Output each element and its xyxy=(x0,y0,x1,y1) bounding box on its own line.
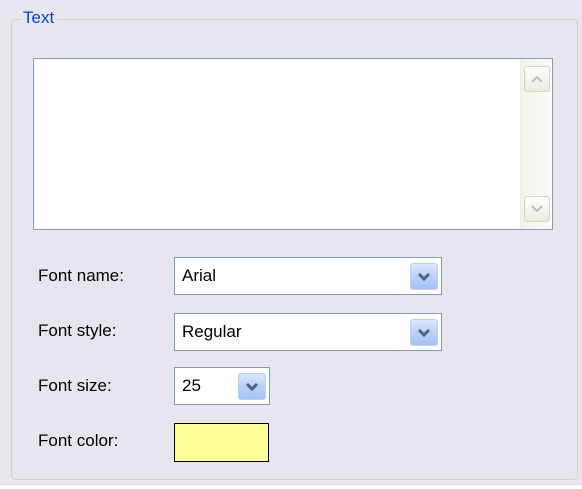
chevron-down-icon xyxy=(245,382,259,391)
font-style-value: Regular xyxy=(182,322,242,341)
font-style-label: Font style: xyxy=(38,321,117,340)
font-name-dropdown-button[interactable] xyxy=(410,263,438,290)
scroll-up-arrow-icon xyxy=(531,75,543,83)
divider xyxy=(0,484,582,485)
scroll-down-button[interactable] xyxy=(524,196,550,222)
text-input-area[interactable] xyxy=(33,58,553,230)
font-name-select[interactable]: Arial xyxy=(174,257,442,295)
scroll-down-arrow-icon xyxy=(531,205,543,213)
font-size-value: 25 xyxy=(182,376,201,395)
vertical-scrollbar[interactable] xyxy=(520,59,552,229)
font-size-dropdown-button[interactable] xyxy=(238,373,266,400)
font-style-select[interactable]: Regular xyxy=(174,313,442,351)
font-name-value: Arial xyxy=(182,266,217,285)
chevron-down-icon xyxy=(417,272,431,281)
font-name-label: Font name: xyxy=(38,266,124,285)
scroll-up-button[interactable] xyxy=(524,66,550,92)
font-color-swatch[interactable] xyxy=(174,423,269,462)
font-size-label: Font size: xyxy=(38,376,112,395)
font-color-label: Font color: xyxy=(38,431,119,450)
font-style-dropdown-button[interactable] xyxy=(410,319,438,346)
chevron-down-icon xyxy=(417,328,431,337)
font-size-select[interactable]: 25 xyxy=(174,367,270,405)
groupbox-title: Text xyxy=(20,8,58,28)
